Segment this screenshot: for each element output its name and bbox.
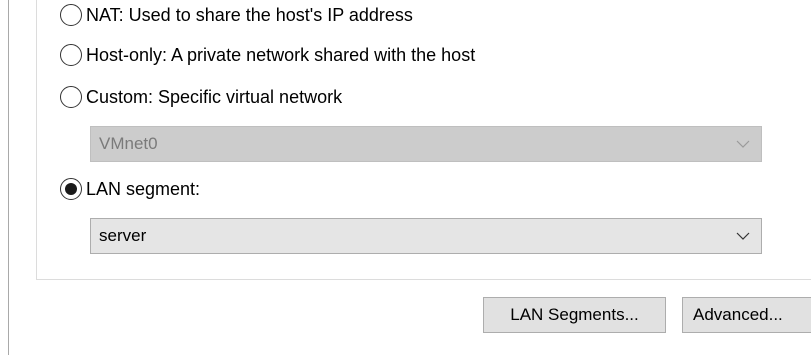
radio-lan-segment[interactable]: LAN segment: (60, 176, 200, 202)
radio-custom[interactable]: Custom: Specific virtual network (60, 84, 342, 110)
lan-segments-button[interactable]: LAN Segments... (483, 297, 666, 333)
custom-network-select[interactable]: VMnet0 (90, 126, 762, 162)
radio-lan-segment-circle[interactable] (60, 178, 82, 200)
lan-segment-select-value: server (99, 226, 147, 245)
dialog-left-edge (8, 0, 9, 355)
radio-custom-label: Custom: Specific virtual network (86, 86, 343, 107)
radio-custom-circle[interactable] (60, 86, 82, 108)
chevron-down-icon (725, 219, 761, 253)
advanced-button[interactable]: Advanced... (682, 297, 811, 333)
radio-nat-label: NAT: Used to share the host's IP address (86, 4, 413, 25)
radio-nat-circle[interactable] (60, 4, 82, 26)
radio-nat[interactable]: NAT: Used to share the host's IP address (60, 2, 413, 28)
radio-host-only-circle[interactable] (60, 44, 82, 66)
radio-selected-dot (65, 183, 77, 195)
radio-lan-segment-label: LAN segment: (86, 178, 201, 199)
lan-segment-select[interactable]: server (90, 218, 762, 254)
network-adapter-panel: NAT: Used to share the host's IP address… (0, 0, 811, 355)
chevron-down-icon (725, 127, 761, 161)
radio-host-only-label: Host-only: A private network shared with… (86, 44, 476, 65)
custom-network-select-value: VMnet0 (99, 134, 158, 153)
radio-host-only[interactable]: Host-only: A private network shared with… (60, 42, 475, 68)
